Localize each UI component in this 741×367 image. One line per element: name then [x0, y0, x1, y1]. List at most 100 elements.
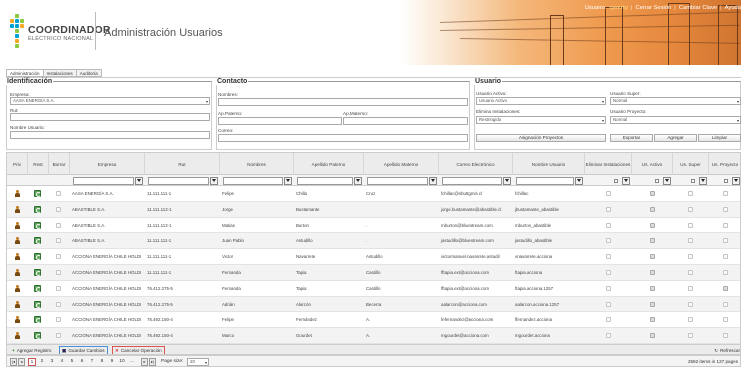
page-number[interactable]: 7: [88, 358, 96, 366]
filter-icon[interactable]: [210, 177, 218, 185]
filter-icon[interactable]: [284, 177, 292, 185]
delete-checkbox[interactable]: [56, 206, 61, 212]
logout-link[interactable]: Cerrar Sesión: [636, 5, 672, 11]
page-number[interactable]: 1: [28, 358, 36, 366]
rut-input[interactable]: [10, 113, 210, 121]
filter-icon[interactable]: [354, 177, 362, 185]
checkbox-eliminar-instalaciones[interactable]: [605, 222, 611, 228]
checkbox-us-super[interactable]: [688, 238, 693, 244]
save-changes-button[interactable]: ▣ Guardar Cambios: [59, 346, 108, 354]
delete-checkbox[interactable]: [56, 333, 61, 339]
delete-checkbox[interactable]: [56, 238, 61, 244]
filter-input-rut[interactable]: [148, 177, 209, 185]
checkbox-eliminar-instalaciones[interactable]: [605, 301, 611, 307]
page-number[interactable]: 4: [58, 358, 66, 366]
reset-password-icon[interactable]: [34, 284, 41, 292]
checkbox-eliminar-instalaciones[interactable]: [605, 285, 611, 291]
checkbox-us-super[interactable]: [688, 191, 693, 196]
delete-checkbox[interactable]: [56, 317, 61, 323]
page-number[interactable]: ...: [128, 358, 136, 366]
empresa-select[interactable]: AASA ENERGÍA S.A. ▾: [10, 97, 210, 105]
delete-checkbox[interactable]: [56, 301, 61, 307]
filter-input-apellido-paterno[interactable]: [297, 177, 353, 185]
table-row[interactable]: ABASTIBLE S.A. 11.111.112-1 Matias Burton. m…: [7, 218, 740, 234]
tab-auditoria[interactable]: Auditoría: [75, 69, 102, 77]
checkbox-us-super[interactable]: [688, 206, 693, 212]
col-header-correo[interactable]: Correo Electrónico: [439, 153, 513, 175]
checkbox-us-activo[interactable]: [649, 238, 655, 244]
checkbox-us-activo[interactable]: [649, 301, 655, 307]
checkbox-us-proyecto[interactable]: [722, 191, 728, 196]
filter-input-nombre-usuario[interactable]: [516, 177, 574, 185]
checkbox-eliminar-instalaciones[interactable]: [605, 254, 611, 260]
filter-icon[interactable]: [503, 177, 511, 185]
table-row[interactable]: ACCIONA ENERGÍA CHILE HOLDI 76.492.150-4 M…: [7, 328, 740, 344]
delete-checkbox[interactable]: [56, 270, 61, 275]
checkbox-us-super[interactable]: [688, 222, 693, 228]
col-header-eliminar-instalaciones[interactable]: Eliminar Instalaciones: [585, 153, 632, 175]
agregar-button[interactable]: Agregar: [654, 134, 697, 142]
table-row[interactable]: ACCIONA ENERGÍA CHILE HOLDI 76.492.150-4 F…: [7, 312, 740, 329]
reset-password-icon[interactable]: [34, 205, 41, 213]
checkbox-eliminar-instalaciones[interactable]: [605, 333, 611, 339]
page-number[interactable]: 10: [118, 358, 126, 366]
filter-icon[interactable]: [732, 177, 740, 185]
filter-checkbox-us-proyecto[interactable]: [724, 179, 728, 183]
refresh-button[interactable]: ↻ Refrescar: [714, 346, 740, 354]
tab-instalaciones[interactable]: Instalaciones: [42, 69, 76, 77]
col-header-us-activo[interactable]: Us. Activo: [632, 153, 673, 175]
table-row[interactable]: ABASTIBLE S.A. 11.111.112-1 Jorge Bustamant…: [7, 201, 740, 218]
page-number[interactable]: 6: [78, 358, 86, 366]
delete-checkbox[interactable]: [56, 254, 61, 260]
checkbox-us-proyecto[interactable]: [722, 285, 728, 291]
checkbox-us-activo[interactable]: [649, 270, 655, 275]
filter-input-correo[interactable]: [442, 177, 502, 185]
checkbox-us-activo[interactable]: [649, 191, 655, 196]
checkbox-eliminar-instalaciones[interactable]: [605, 238, 611, 244]
filter-icon[interactable]: [699, 177, 707, 185]
col-header-us-proyecto[interactable]: Us. Proyecto: [709, 153, 740, 175]
table-row[interactable]: ACCIONA ENERGÍA CHILE HOLDI 76.412.275-5 F…: [7, 281, 740, 297]
col-header-priv[interactable]: Priv: [7, 153, 28, 175]
first-page-button[interactable]: |◂: [10, 358, 17, 366]
checkbox-us-super[interactable]: [688, 270, 693, 275]
change-password-link[interactable]: Cambiar Clave: [679, 5, 717, 11]
checkbox-us-super[interactable]: [688, 317, 693, 323]
filter-checkbox-us-super[interactable]: [691, 179, 695, 183]
exportar-button[interactable]: Exportar: [610, 134, 653, 142]
table-row[interactable]: ACCIONA ENERGÍA CHILE HOLDI 11.111.111-1 F…: [7, 265, 740, 281]
delete-checkbox[interactable]: [56, 191, 61, 196]
reset-password-icon[interactable]: [34, 316, 41, 324]
filter-checkbox-eliminar-instalaciones[interactable]: [614, 179, 618, 183]
user-privileges-icon[interactable]: [14, 300, 21, 308]
usuario-super-select[interactable]: Normal ▾: [610, 97, 741, 105]
filter-checkbox-us-activo[interactable]: [655, 179, 659, 183]
col-header-rest[interactable]: Rest: [28, 153, 49, 175]
correo-input[interactable]: [218, 134, 468, 142]
reset-password-icon[interactable]: [34, 253, 41, 261]
page-number[interactable]: 8: [98, 358, 106, 366]
checkbox-us-super[interactable]: [688, 301, 693, 307]
prev-page-button[interactable]: ◂: [18, 358, 25, 366]
page-number[interactable]: 9: [108, 358, 116, 366]
asignacion-proyectos-button[interactable]: Asignación Proyectos: [476, 134, 606, 142]
user-privileges-icon[interactable]: [14, 221, 21, 229]
reset-password-icon[interactable]: [34, 190, 41, 197]
checkbox-us-super[interactable]: [688, 285, 693, 291]
checkbox-eliminar-instalaciones[interactable]: [605, 206, 611, 212]
checkbox-us-proyecto[interactable]: [722, 270, 728, 275]
filter-input-nombres[interactable]: [223, 177, 283, 185]
checkbox-eliminar-instalaciones[interactable]: [605, 191, 611, 196]
delete-checkbox[interactable]: [56, 222, 61, 228]
user-privileges-icon[interactable]: [14, 269, 21, 276]
user-privileges-icon[interactable]: [14, 205, 21, 213]
usuario-activo-select[interactable]: Usuario Activo ▾: [476, 97, 606, 105]
user-privileges-icon[interactable]: [14, 253, 21, 261]
checkbox-us-super[interactable]: [688, 254, 693, 260]
page-number[interactable]: 5: [68, 358, 76, 366]
checkbox-us-super[interactable]: [688, 333, 693, 339]
checkbox-us-proyecto[interactable]: [722, 254, 728, 260]
checkbox-us-proyecto[interactable]: [722, 333, 728, 339]
checkbox-eliminar-instalaciones[interactable]: [605, 270, 611, 275]
col-header-apellido-materno[interactable]: Apellido Materno: [364, 153, 439, 175]
